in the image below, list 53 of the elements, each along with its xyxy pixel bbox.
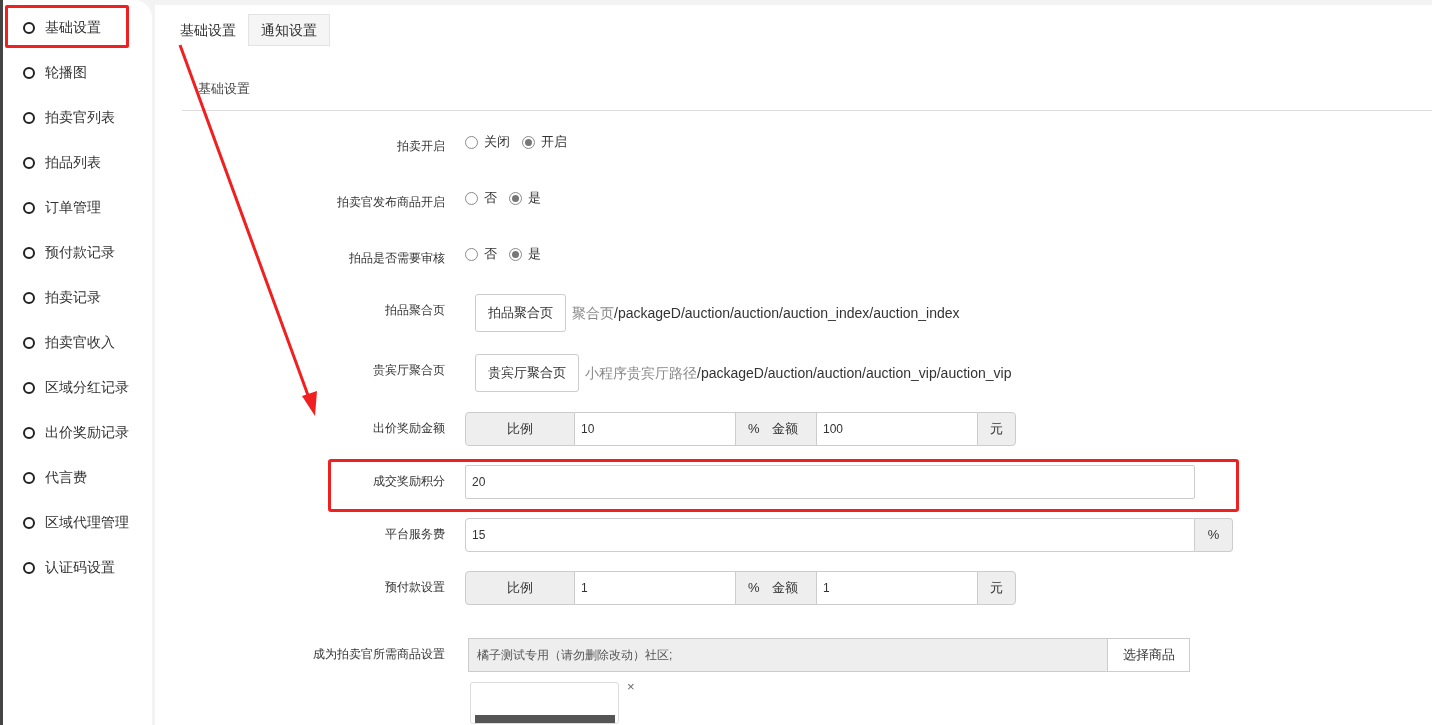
remove-icon[interactable]: × [627, 680, 635, 694]
selected-goods-field: 橘子测试专用（请勿删除改动）社区; [468, 638, 1108, 672]
radio-label: 是 [528, 189, 541, 208]
input-addon: 元 [977, 412, 1016, 446]
input-field[interactable]: 1 [575, 571, 735, 605]
input-field[interactable]: 15 [465, 518, 1195, 552]
input-field[interactable]: 100 [817, 412, 977, 446]
field-label: 拍品聚合页 [385, 302, 445, 319]
sidebar-item[interactable]: 预付款记录 [5, 242, 115, 263]
sidebar-item[interactable]: 订单管理 [5, 197, 101, 218]
input-field[interactable]: 20 [465, 465, 1195, 499]
input-addon: 金额 [771, 420, 798, 439]
input-addon: % [748, 420, 760, 439]
input-field[interactable]: 1 [817, 571, 977, 605]
field-label: 预付款设置 [385, 579, 445, 596]
sidebar-item[interactable]: 基础设置 [5, 17, 101, 38]
section-title: 基础设置 [198, 79, 250, 98]
sidebar-item[interactable]: 区域代理管理 [5, 512, 129, 533]
radio-label: 开启 [541, 133, 567, 152]
sidebar-item[interactable]: 轮播图 [5, 62, 87, 83]
sidebar-item[interactable]: 区域分红记录 [5, 377, 129, 398]
field-label: 成为拍卖官所需商品设置 [313, 646, 445, 663]
radio-label: 否 [484, 189, 497, 208]
sidebar-item[interactable]: 拍卖记录 [5, 287, 101, 308]
radio-label: 关闭 [484, 133, 510, 152]
field-label: 出价奖励金额 [373, 420, 445, 437]
page-button[interactable]: 贵宾厅聚合页 [475, 354, 579, 392]
field-label: 拍卖官发布商品开启 [337, 193, 445, 211]
field-label: 平台服务费 [385, 526, 445, 543]
sidebar-item[interactable]: 拍卖官列表 [5, 107, 115, 128]
sidebar-item[interactable]: 代言费 [5, 467, 87, 488]
radio-label: 否 [484, 245, 497, 264]
input-addon: % [1195, 518, 1233, 552]
input-addon: 金额 [771, 579, 798, 598]
page-button[interactable]: 拍品聚合页 [475, 294, 566, 332]
input-field[interactable]: 10 [575, 412, 735, 446]
field-label: 成交奖励积分 [373, 473, 445, 490]
input-addon: 比例 [465, 412, 575, 446]
sidebar-item[interactable]: 拍卖官收入 [5, 332, 115, 353]
input-addon: 元 [977, 571, 1016, 605]
tab[interactable]: 通知设置 [248, 14, 330, 46]
input-addon: % [748, 579, 760, 598]
sidebar-item[interactable]: 出价奖励记录 [5, 422, 129, 443]
radio-label: 是 [528, 245, 541, 264]
page-path: 小程序贵宾厅路径/packageD/auction/auction/auction_vip/auction_vip [585, 363, 1012, 383]
sidebar-item[interactable]: 拍品列表 [5, 152, 101, 173]
field-label: 拍品是否需要审核 [349, 249, 445, 267]
select-goods-button[interactable]: 选择商品 [1108, 638, 1190, 672]
field-label: 拍卖开启 [397, 137, 445, 155]
input-addon: 比例 [465, 571, 575, 605]
page-path: 聚合页/packageD/auction/auction/auction_index/auction_index [572, 303, 960, 323]
sidebar-item[interactable]: 认证码设置 [5, 557, 115, 578]
field-label: 贵宾厅聚合页 [373, 362, 445, 379]
